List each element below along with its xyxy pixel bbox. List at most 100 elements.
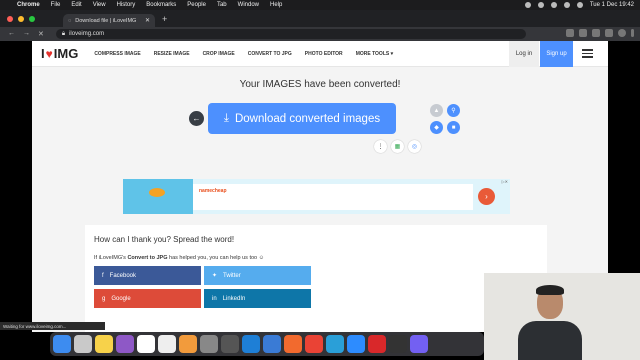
download-icon: ⤓ bbox=[223, 112, 229, 124]
minimize-window-button[interactable] bbox=[18, 15, 24, 22]
stop-button[interactable]: ✕ bbox=[38, 30, 44, 38]
profile-avatar[interactable] bbox=[618, 29, 626, 37]
arrow-left-icon: ← bbox=[192, 114, 201, 123]
google-label: Google bbox=[111, 295, 131, 302]
viber-icon[interactable] bbox=[410, 335, 428, 353]
vscode-icon[interactable] bbox=[242, 335, 260, 353]
filezilla-icon[interactable] bbox=[368, 335, 386, 353]
linkedin-label: LinkedIn bbox=[222, 295, 246, 302]
link-icon[interactable]: ⚲ bbox=[447, 104, 460, 117]
nav-photo-editor[interactable]: PHOTO EDITOR bbox=[305, 51, 343, 57]
chrome-icon[interactable] bbox=[305, 335, 323, 353]
menu-bookmarks[interactable]: Bookmarks bbox=[146, 2, 176, 8]
new-tab-button[interactable]: + bbox=[162, 14, 167, 24]
notes-icon[interactable] bbox=[95, 335, 113, 353]
advertisement-banner[interactable]: namecheap › ▷✕ bbox=[123, 179, 510, 214]
site-nav: COMPRESS IMAGE RESIZE IMAGE CROP IMAGE C… bbox=[94, 51, 393, 57]
logo-i: I bbox=[41, 46, 45, 61]
nav-compress-image[interactable]: COMPRESS IMAGE bbox=[94, 51, 140, 57]
terminal-icon[interactable] bbox=[389, 335, 407, 353]
google-drive-icon[interactable]: ▲ bbox=[430, 104, 443, 117]
nav-more-tools[interactable]: MORE TOOLS ▾ bbox=[356, 51, 393, 57]
satellite-extension-icon[interactable]: ◎ bbox=[408, 140, 421, 153]
more-options-icon[interactable]: ⋮ bbox=[374, 140, 387, 153]
menu-people[interactable]: People bbox=[187, 2, 206, 8]
skype-icon[interactable] bbox=[347, 335, 365, 353]
webcam-person-body bbox=[518, 321, 582, 360]
calendar-icon[interactable] bbox=[137, 335, 155, 353]
wifi-icon[interactable] bbox=[563, 2, 570, 8]
system-preferences-icon[interactable] bbox=[200, 335, 218, 353]
zalo-icon[interactable] bbox=[263, 335, 281, 353]
reminders-icon[interactable] bbox=[158, 335, 176, 353]
macos-dock bbox=[50, 332, 484, 356]
menu-tab[interactable]: Tab bbox=[217, 2, 227, 8]
menu-edit[interactable]: Edit bbox=[71, 2, 81, 8]
facebook-share-button[interactable]: f Facebook bbox=[94, 266, 201, 285]
tab-active[interactable]: ◌ Download file | iLoveIMG ✕ bbox=[63, 14, 155, 27]
hamburger-menu-icon[interactable] bbox=[582, 49, 593, 58]
ad-arrow-button[interactable]: › bbox=[478, 188, 495, 205]
share-text: If iLoveIMG's Convert to JPG has helped … bbox=[94, 255, 264, 261]
facebook-icon: f bbox=[102, 272, 104, 279]
more-icon[interactable] bbox=[631, 29, 634, 37]
share-text-prefix: If iLoveIMG's bbox=[94, 255, 128, 261]
dropbox-icon[interactable]: ◆ bbox=[430, 121, 443, 134]
ad-fish-icon bbox=[149, 188, 165, 197]
adchoices-icon[interactable]: ▷✕ bbox=[502, 179, 508, 184]
puzzle-icon[interactable] bbox=[605, 29, 613, 37]
menu-chrome[interactable]: Chrome bbox=[17, 2, 40, 8]
zoom-window-button[interactable] bbox=[29, 15, 35, 22]
login-button[interactable]: Log in bbox=[509, 41, 539, 67]
launchpad-icon[interactable] bbox=[74, 335, 92, 353]
twitter-share-button[interactable]: ✦ Twitter bbox=[204, 266, 311, 285]
cloud-icon[interactable] bbox=[537, 2, 544, 8]
finder-icon[interactable] bbox=[53, 335, 71, 353]
photos-icon[interactable] bbox=[179, 335, 197, 353]
status-area: Tue 1 Dec 19:42 bbox=[524, 0, 634, 10]
signup-button[interactable]: Sign up bbox=[540, 41, 573, 67]
close-window-button[interactable] bbox=[7, 15, 13, 22]
heart-icon: ♥ bbox=[45, 46, 53, 61]
share-text-suffix: has helped you, you can help us too ☺ bbox=[167, 255, 265, 261]
clock[interactable]: Tue 1 Dec 19:42 bbox=[590, 2, 634, 8]
screen-record-icon[interactable] bbox=[524, 2, 531, 8]
close-tab-icon[interactable]: ✕ bbox=[145, 17, 150, 24]
menu-help[interactable]: Help bbox=[270, 2, 282, 8]
ad-card bbox=[193, 184, 473, 210]
nav-crop-image[interactable]: CROP IMAGE bbox=[203, 51, 235, 57]
back-arrow-button[interactable]: ← bbox=[189, 111, 204, 126]
macos-menubar: Chrome File Edit View History Bookmarks … bbox=[0, 0, 640, 10]
firefox-icon[interactable] bbox=[284, 335, 302, 353]
page-title: Your IMAGES have been converted! bbox=[239, 79, 401, 90]
extension-icon[interactable] bbox=[566, 29, 574, 37]
google-share-button[interactable]: g Google bbox=[94, 289, 201, 308]
search-icon[interactable] bbox=[576, 2, 583, 8]
nav-resize-image[interactable]: RESIZE IMAGE bbox=[154, 51, 190, 57]
forward-button[interactable]: → bbox=[23, 30, 30, 38]
linkedin-share-button[interactable]: in LinkedIn bbox=[204, 289, 311, 308]
battery-icon[interactable] bbox=[550, 2, 557, 8]
calculator-icon[interactable] bbox=[221, 335, 239, 353]
linkedin-icon: in bbox=[212, 295, 217, 302]
address-bar[interactable]: 🔒︎ iloveimg.com bbox=[55, 29, 526, 39]
menu-history[interactable]: History bbox=[117, 2, 136, 8]
loading-spinner-icon: ◌ bbox=[68, 17, 72, 24]
lock-icon: 🔒︎ bbox=[61, 30, 66, 37]
webcam-overlay bbox=[484, 273, 640, 360]
extension-icon[interactable] bbox=[579, 29, 587, 37]
menu-view[interactable]: View bbox=[93, 2, 106, 8]
download-button[interactable]: ⤓ Download converted images bbox=[208, 103, 396, 134]
feather-app-icon[interactable] bbox=[116, 335, 134, 353]
telegram-icon[interactable] bbox=[326, 335, 344, 353]
menu-file[interactable]: File bbox=[51, 2, 61, 8]
back-button[interactable]: ← bbox=[8, 30, 15, 38]
delete-icon[interactable]: ■ bbox=[447, 121, 460, 134]
menu-window[interactable]: Window bbox=[238, 2, 259, 8]
nav-convert-to-jpg[interactable]: CONVERT TO JPG bbox=[248, 51, 292, 57]
extension-icon[interactable] bbox=[592, 29, 600, 37]
iloveimg-logo[interactable]: I ♥ IMG bbox=[41, 46, 78, 61]
url-text: iloveimg.com bbox=[69, 31, 105, 37]
sheets-extension-icon[interactable]: ▦ bbox=[391, 140, 404, 153]
twitter-icon: ✦ bbox=[212, 273, 218, 279]
